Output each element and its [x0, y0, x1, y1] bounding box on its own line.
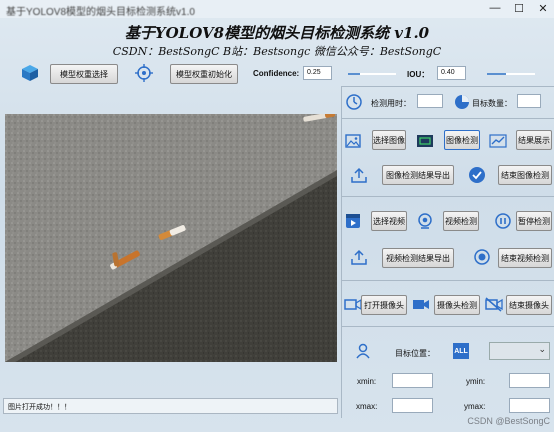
xmin-label: xmin: — [357, 377, 377, 386]
iou-slider[interactable] — [487, 73, 535, 75]
video-detect-button[interactable]: 视频检测 — [443, 211, 479, 231]
ymax-field — [509, 398, 550, 413]
pause-detect-button[interactable]: 暂停检测 — [516, 211, 552, 231]
target-count-field — [517, 94, 541, 108]
webcam-icon — [418, 213, 432, 229]
confidence-label: Confidence: — [253, 69, 300, 78]
iou-spinbox[interactable]: 0.40 — [437, 66, 466, 80]
iou-label: IOU： — [407, 70, 430, 79]
stop-icon — [474, 249, 490, 265]
target-icon — [135, 64, 153, 82]
check-circle-icon — [469, 167, 485, 183]
video-file-icon — [346, 214, 360, 228]
target-count-label: 目标数量： — [472, 99, 512, 108]
clock-icon — [346, 94, 362, 110]
panel-divider-stats — [342, 118, 554, 119]
export-image-result-button[interactable]: 图像检测结果导出 — [382, 165, 454, 185]
detect-time-field — [417, 94, 443, 108]
confidence-spinbox[interactable]: 0.25 — [303, 66, 332, 80]
close-button[interactable]: ✕ — [536, 2, 550, 15]
camera-detect-button[interactable]: 摄像头检测 — [434, 295, 480, 315]
confidence-slider-track — [360, 73, 396, 75]
camera-detect-icon — [413, 300, 429, 309]
watermark: CSDN @BestSongC — [467, 416, 550, 426]
window-title: 基于YOLOV8模型的烟头目标检测系统v1.0 — [6, 7, 195, 18]
user-location-icon — [356, 343, 370, 359]
status-bar: 图片打开成功！！！ — [3, 398, 338, 414]
end-video-detect-button[interactable]: 结束视频检测 — [498, 248, 552, 268]
image-icon — [345, 134, 361, 148]
chevron-down-icon: ⌄ — [538, 345, 546, 355]
select-video-button[interactable]: 选择视频 — [371, 211, 407, 231]
end-camera-button[interactable]: 结束摄像头 — [506, 295, 552, 315]
page-title: 基于YOLOV8模型的烟头目标检测系统 v1.0 — [124, 24, 430, 42]
target-position-label: 目标位置： — [395, 349, 435, 358]
ymin-field — [509, 373, 550, 388]
image-display — [5, 114, 337, 362]
panel-divider-camera — [342, 326, 554, 327]
xmax-label: xmax: — [356, 402, 378, 411]
end-image-detect-button[interactable]: 结束图像检测 — [498, 165, 552, 185]
show-result-button[interactable]: 结果展示 — [516, 130, 552, 150]
pause-icon — [495, 213, 511, 229]
detect-time-label: 检测用时： — [371, 99, 411, 108]
open-camera-button[interactable]: 打开摄像头 — [361, 295, 407, 315]
iou-slider-track — [506, 73, 535, 75]
xmax-field — [392, 398, 433, 413]
cigarette-photo — [5, 114, 337, 362]
upload-icon — [351, 167, 367, 183]
ymax-label: ymax: — [464, 402, 486, 411]
panel-divider-video — [342, 280, 554, 281]
image-detect-icon — [417, 135, 433, 147]
panel-divider-image — [342, 196, 554, 197]
minimize-button[interactable]: — — [488, 2, 502, 14]
xmin-field — [392, 373, 433, 388]
target-select-combobox[interactable]: ⌄ — [489, 342, 550, 360]
page-subtitle: CSDN：BestSongC B站：Bestsongc 微信公众号：BestSo… — [112, 45, 442, 58]
confidence-slider[interactable] — [348, 73, 396, 75]
model-weight-select-button[interactable]: 模型权重选择 — [50, 64, 118, 84]
panel-divider-top — [342, 86, 554, 87]
image-detect-button[interactable]: 图像检测 — [444, 130, 480, 150]
window-titlebar: 基于YOLOV8模型的烟头目标检测系统v1.0 — ☐ ✕ — [0, 0, 554, 18]
camera-off-icon — [485, 297, 503, 312]
model-weight-init-button[interactable]: 模型权重初始化 — [170, 64, 238, 84]
all-targets-icon: ALL — [453, 343, 469, 359]
select-image-button[interactable]: 选择图像 — [372, 130, 406, 150]
video-upload-icon — [351, 249, 367, 265]
maximize-button[interactable]: ☐ — [512, 2, 526, 15]
line-chart-icon — [489, 134, 507, 148]
export-video-result-button[interactable]: 视频检测结果导出 — [382, 248, 454, 268]
ymin-label: ymin: — [466, 377, 486, 386]
cube-icon — [22, 65, 38, 81]
pie-chart-icon — [455, 95, 469, 109]
panel-divider — [341, 86, 342, 418]
camera-open-icon — [344, 298, 362, 311]
